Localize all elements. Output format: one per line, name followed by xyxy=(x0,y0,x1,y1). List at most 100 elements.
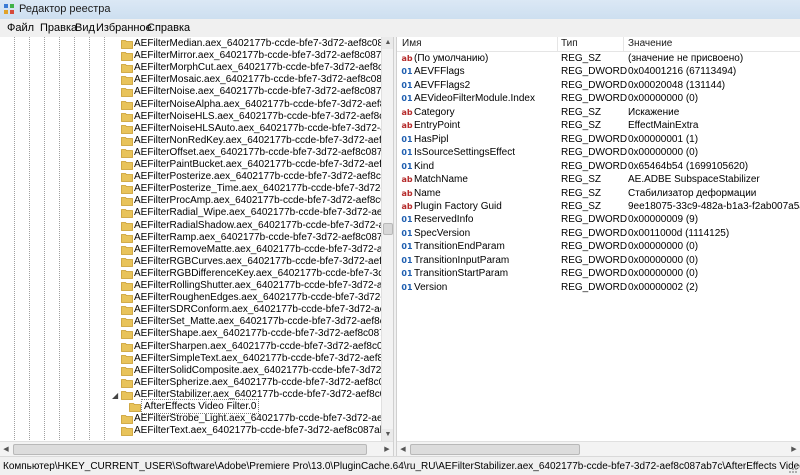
scroll-right-arrow-icon[interactable]: ▶ xyxy=(381,443,393,456)
value-row[interactable]: 01 SpecVersion REG_DWORD 0x0011000d (111412… xyxy=(397,227,800,240)
value-row[interactable]: 01 AEVideoFilterModule.Index REG_DWORD 0x00… xyxy=(397,92,800,105)
value-row[interactable]: 01 AEVFFlags2 REG_DWORD 0x00020048 (131144) xyxy=(397,79,800,92)
folder-icon xyxy=(121,342,133,352)
value-data: 0x04001216 (67113494) xyxy=(628,66,737,78)
value-name: (По умолчанию) xyxy=(414,53,489,64)
values-horizontal-scrollbar[interactable]: ◀ ▶ xyxy=(397,441,800,457)
value-name: AEVFFlags xyxy=(414,66,465,78)
scroll-right-arrow-icon[interactable]: ▶ xyxy=(788,443,800,456)
column-header-name[interactable]: Имя xyxy=(402,38,421,49)
value-data: 0x00000002 (2) xyxy=(628,281,699,293)
folder-icon xyxy=(121,100,133,110)
value-row[interactable]: 01 TransitionInputParam REG_DWORD 0x0000000… xyxy=(397,254,800,267)
folder-icon xyxy=(121,185,133,195)
binary-value-icon: 01 xyxy=(401,215,413,225)
value-type: REG_DWORD xyxy=(561,281,628,293)
tree-item-label: AEFilterPosterize_Time.aex_6402177b-ccde… xyxy=(134,183,393,195)
tree-item-label: AEFilterMirror.aex_6402177b-ccde-bfe7-3d… xyxy=(134,50,393,62)
value-data: 9ee18075-33c9-482a-b1a3-f2ab007a5a07 xyxy=(628,200,800,212)
value-row[interactable]: ab (По умолчанию) REG_SZ (значение не присв… xyxy=(397,52,800,65)
collapse-arrow-icon[interactable]: ◢ xyxy=(112,391,118,400)
value-data: 0x00000001 (1) xyxy=(628,133,699,145)
key-tree[interactable]: AEFilterMedian.aex_6402177b-ccde-bfe7-3d… xyxy=(0,37,393,456)
menu-view[interactable]: Вид xyxy=(75,22,95,34)
value-row[interactable]: 01 Kind REG_DWORD 0x65464b54 (1699105620) xyxy=(397,160,800,173)
folder-icon xyxy=(121,354,133,364)
tree-item-label: AEFilterOffset.aex_6402177b-ccde-bfe7-3d… xyxy=(134,146,393,158)
value-row[interactable]: 01 IsSourceSettingsEffect REG_DWORD 0x00000… xyxy=(397,146,800,159)
value-type: REG_DWORD xyxy=(561,214,628,226)
resize-grip-icon[interactable] xyxy=(788,464,798,474)
value-type: REG_DWORD xyxy=(561,79,628,91)
value-data: 0x00000009 (9) xyxy=(628,214,699,226)
values-horizontal-scroll-thumb[interactable] xyxy=(410,444,580,455)
tree-item-label: AEFilterRadial_Wipe.aex_6402177b-ccde-bf… xyxy=(134,207,393,219)
tree-item-label: AEFilterNonRedKey.aex_6402177b-ccde-bfe7… xyxy=(134,134,393,146)
folder-icon xyxy=(121,112,133,122)
tree-item-label: AEFilterSharpen.aex_6402177b-ccde-bfe7-3… xyxy=(134,340,393,352)
value-row[interactable]: 01 HasPipl REG_DWORD 0x00000001 (1) xyxy=(397,133,800,146)
value-type: REG_DWORD xyxy=(561,147,628,159)
folder-icon xyxy=(121,221,133,231)
window-title: Редактор реестра xyxy=(19,3,111,15)
tree-item-label: AEFilterSolidComposite.aex_6402177b-ccde… xyxy=(134,364,393,376)
tree-horizontal-scroll-thumb[interactable] xyxy=(13,444,367,455)
values-header: Имя Тип Значение xyxy=(397,37,800,52)
tree-item-label: AEFilterRollingShutter.aex_6402177b-ccde… xyxy=(134,280,393,291)
value-name: Kind xyxy=(414,160,435,172)
menu-edit[interactable]: Правка xyxy=(40,22,77,34)
scroll-left-arrow-icon[interactable]: ◀ xyxy=(397,443,409,456)
value-row[interactable]: ab EntryPoint REG_SZ EffectMainExtra xyxy=(397,119,800,132)
folder-icon xyxy=(121,136,133,146)
value-type: REG_DWORD xyxy=(561,254,628,266)
value-row[interactable]: ab Name REG_SZ Стабилизатор деформации xyxy=(397,187,800,200)
folder-icon xyxy=(121,52,133,61)
value-type: REG_SZ xyxy=(561,53,602,64)
binary-value-icon: 01 xyxy=(401,282,413,292)
folder-open-icon xyxy=(129,403,141,412)
value-type: REG_DWORD xyxy=(561,66,628,78)
value-row[interactable]: ab Plugin Factory Guid REG_SZ 9ee18075-33c9… xyxy=(397,200,800,213)
value-data: (значение не присвоено) xyxy=(628,53,744,64)
scroll-left-arrow-icon[interactable]: ◀ xyxy=(0,443,12,456)
value-name: TransitionStartParam xyxy=(414,268,509,280)
value-row[interactable]: 01 TransitionStartParam REG_DWORD 0x0000000… xyxy=(397,267,800,280)
value-row[interactable]: 01 AEVFFlags REG_DWORD 0x04001216 (67113494… xyxy=(397,65,800,78)
menu-file[interactable]: Файл xyxy=(7,22,34,34)
tree-item-label: AEFilterMedian.aex_6402177b-ccde-bfe7-3d… xyxy=(134,38,393,49)
binary-value-icon: 01 xyxy=(401,94,413,104)
tree-horizontal-scrollbar[interactable]: ◀ ▶ xyxy=(0,441,393,457)
tree-vertical-scroll-thumb[interactable] xyxy=(383,223,393,235)
folder-icon xyxy=(121,76,133,86)
string-value-icon: ab xyxy=(401,54,413,63)
folder-icon xyxy=(121,88,133,98)
values-list[interactable]: Имя Тип Значение ab (По умолчанию) REG_SZ (… xyxy=(397,37,800,456)
menu-favorites[interactable]: Избранное xyxy=(96,22,152,34)
binary-value-icon: 01 xyxy=(401,67,413,77)
value-row[interactable]: 01 TransitionEndParam REG_DWORD 0x00000000 … xyxy=(397,240,800,253)
value-data: 0x0011000d (1114125) xyxy=(628,227,730,239)
value-row[interactable]: 01 Version REG_DWORD 0x00000002 (2) xyxy=(397,281,800,294)
folder-icon xyxy=(121,378,133,388)
status-bar: Компьютер\HKEY_CURRENT_USER\Software\Ado… xyxy=(0,456,800,475)
column-header-data[interactable]: Значение xyxy=(628,38,672,49)
folder-icon xyxy=(121,161,133,170)
tree-item-label: AEFilterMosaic.aex_6402177b-ccde-bfe7-3d… xyxy=(134,74,393,86)
tree-item-label: AEFilterNoiseHLS.aex_6402177b-ccde-bfe7-… xyxy=(134,110,393,122)
value-row[interactable]: ab MatchName REG_SZ AE.ADBE SubspaceStabili… xyxy=(397,173,800,186)
regedit-window: Редактор реестра Файл Правка Вид Избранн… xyxy=(0,0,800,475)
folder-icon xyxy=(121,209,133,219)
tree-item-label: AEFilterRGBCurves.aex_6402177b-ccde-bfe7… xyxy=(134,255,393,267)
value-type: REG_DWORD xyxy=(561,241,628,253)
menu-help[interactable]: Справка xyxy=(147,22,190,34)
value-name: ReservedInfo xyxy=(414,214,474,226)
value-name: Category xyxy=(414,106,455,118)
value-data: 0x00000000 (0) xyxy=(628,254,699,266)
menu-bar: Файл Правка Вид Избранное Справка xyxy=(0,19,800,38)
value-row[interactable]: 01 ReservedInfo REG_DWORD 0x00000009 (9) xyxy=(397,213,800,226)
folder-icon xyxy=(121,64,133,74)
value-row[interactable]: ab Category REG_SZ Искажение xyxy=(397,106,800,119)
tree-item[interactable]: AEFilterText.aex_6402177b-ccde-bfe7-3d72… xyxy=(0,425,393,437)
tree-item-label: AEFilterSimpleText.aex_6402177b-ccde-bfe… xyxy=(134,352,393,364)
column-header-type[interactable]: Тип xyxy=(561,38,578,49)
